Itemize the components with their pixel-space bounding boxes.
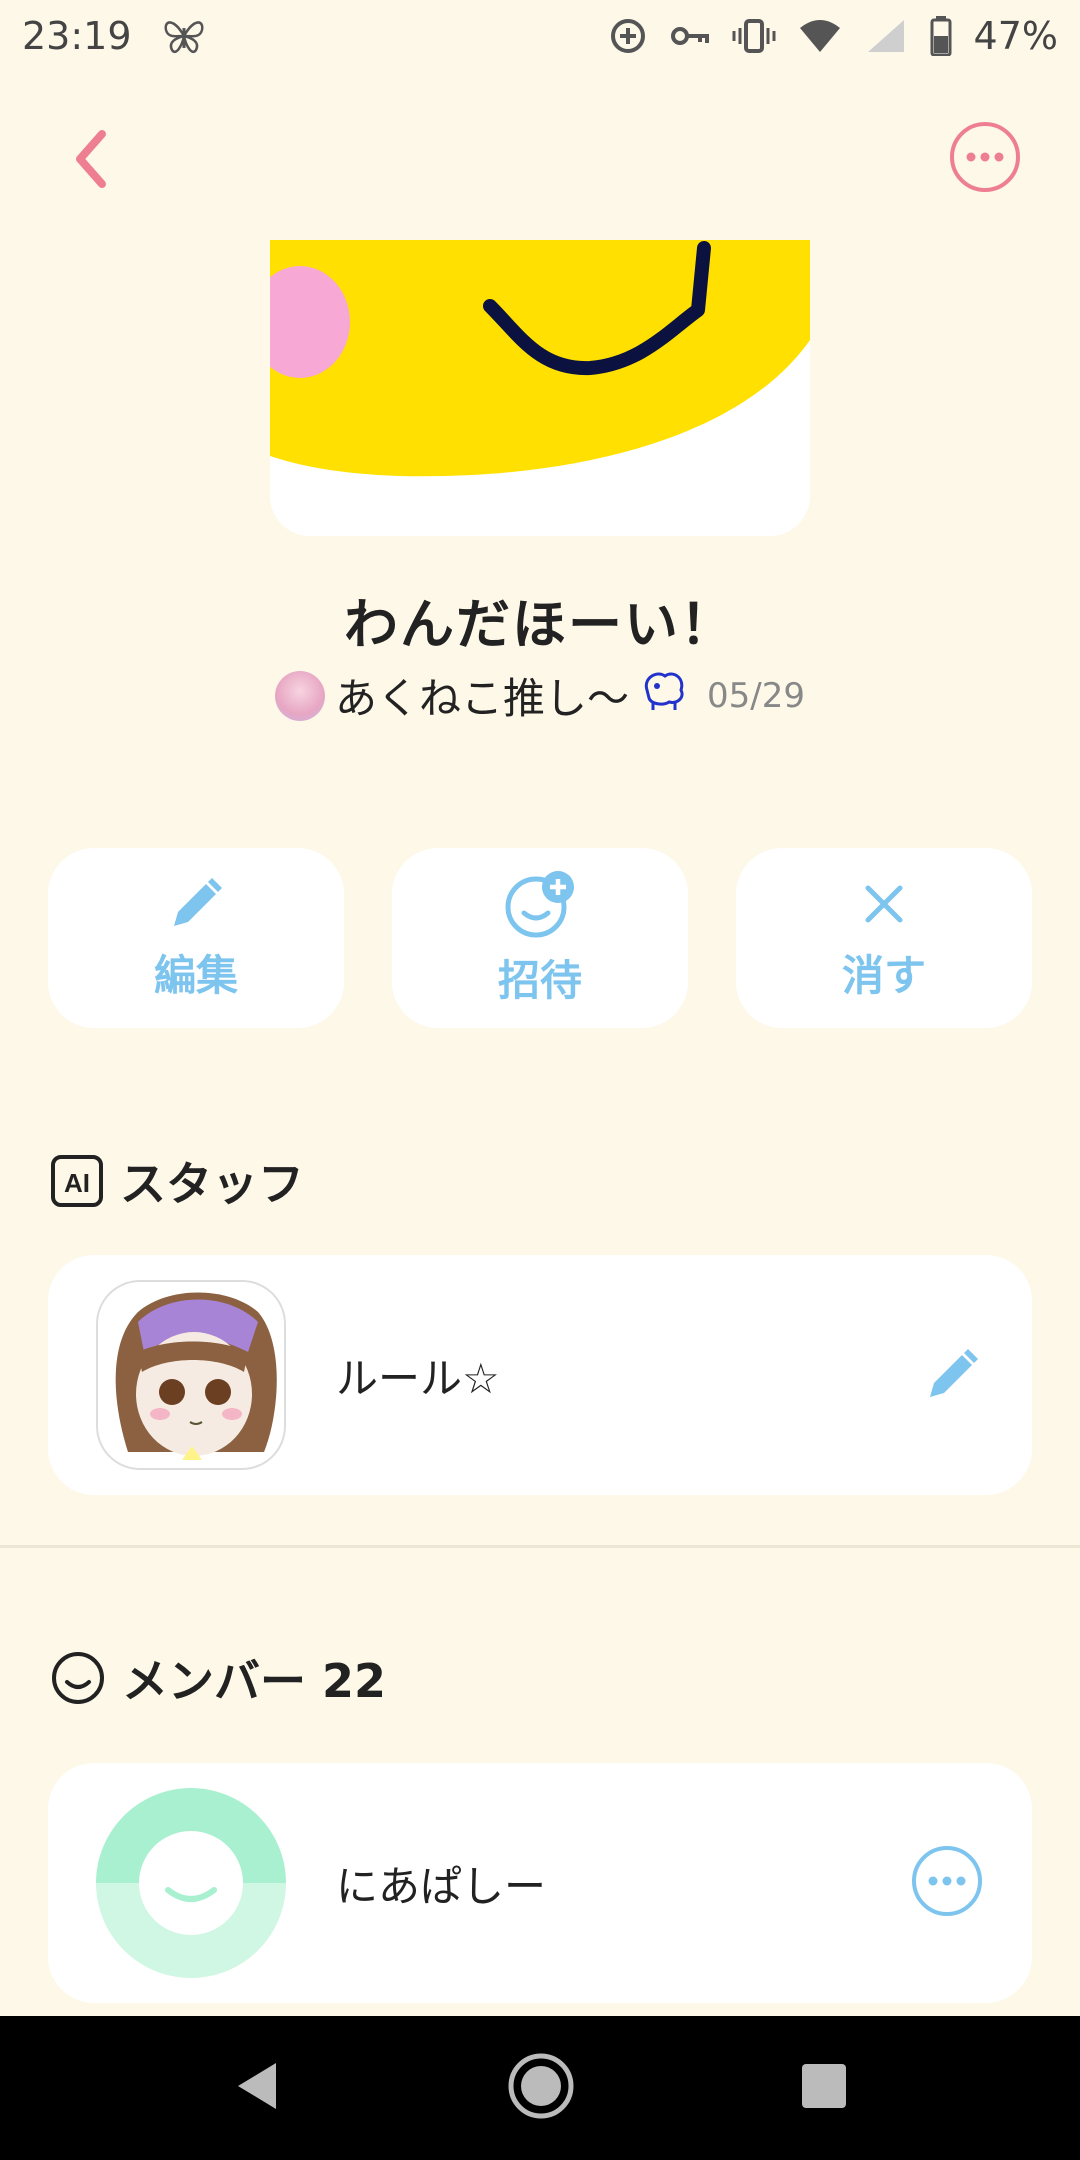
add-smiley-icon <box>505 870 574 937</box>
signal-icon <box>864 18 908 54</box>
members-section-header: メンバー 22 <box>50 1645 386 1711</box>
list-item[interactable]: ルール☆ <box>48 1255 1032 1495</box>
owner-avatar <box>275 670 325 721</box>
chevron-left-icon <box>76 130 106 188</box>
members-list: にあぱしー <box>48 1763 1032 2003</box>
status-time: 23:19 <box>22 14 132 58</box>
delete-button[interactable]: 消す <box>736 848 1032 1028</box>
invite-button[interactable]: 招待 <box>392 848 688 1028</box>
recents-square-icon <box>802 2064 846 2108</box>
vibrate-icon <box>732 18 776 54</box>
invite-button-label: 招待 <box>497 955 582 1005</box>
ellipsis-circle-icon <box>912 1846 982 1916</box>
group-owner[interactable]: あくねこ推し〜 05/29 <box>0 665 1080 726</box>
group-title: わんだほーい！ <box>344 593 736 656</box>
status-bar: 23:19 47% <box>0 0 1080 72</box>
member-avatar <box>96 1788 286 1978</box>
butterfly-icon <box>162 16 206 56</box>
staff-name: ルール☆ <box>336 1353 500 1403</box>
action-buttons: 編集 招待 消す <box>48 848 1032 1028</box>
battery-level: 47% <box>973 14 1058 58</box>
list-item[interactable]: にあぱしー <box>48 1763 1032 2003</box>
battery-icon <box>930 16 952 56</box>
nav-back-button[interactable] <box>232 2059 282 2117</box>
home-circle-icon <box>508 2053 574 2119</box>
wifi-icon <box>798 18 842 54</box>
owner-name: あくねこ推し〜 <box>335 674 630 723</box>
section-divider <box>0 1545 1080 1548</box>
member-name: にあぱしー <box>336 1861 547 1911</box>
more-options-button[interactable] <box>948 120 1022 194</box>
pencil-icon <box>930 1349 978 1397</box>
group-date: 05/29 <box>707 675 805 716</box>
vpn-key-icon <box>670 22 710 50</box>
sheep-badge-icon <box>639 668 689 724</box>
smiley-icon <box>52 1652 104 1704</box>
nav-home-button[interactable] <box>506 2051 576 2125</box>
edit-button[interactable]: 編集 <box>48 848 344 1028</box>
top-app-bar <box>0 110 1080 206</box>
staff-avatar <box>96 1280 286 1470</box>
staff-section-title: スタッフ <box>120 1157 304 1211</box>
staff-section-header: AI スタッフ <box>50 1148 304 1214</box>
close-icon <box>865 885 903 922</box>
group-cover-image <box>270 240 810 536</box>
edit-button-label: 編集 <box>153 950 238 1000</box>
back-triangle-icon <box>238 2063 276 2109</box>
member-more-button[interactable] <box>910 1844 984 1922</box>
delete-button-label: 消す <box>841 950 926 1000</box>
pencil-icon <box>174 877 222 926</box>
system-navigation-bar <box>0 2016 1080 2160</box>
data-saver-icon <box>608 16 648 56</box>
ellipsis-circle-icon <box>950 122 1020 192</box>
back-button[interactable] <box>58 124 128 194</box>
nav-recents-button[interactable] <box>800 2062 848 2114</box>
members-section-title: メンバー 22 <box>122 1654 387 1708</box>
edit-staff-button[interactable] <box>924 1343 984 1407</box>
ai-badge-icon: AI <box>51 1155 103 1207</box>
ai-badge-text: AI <box>64 1168 90 1198</box>
staff-list: ルール☆ <box>48 1255 1032 1495</box>
